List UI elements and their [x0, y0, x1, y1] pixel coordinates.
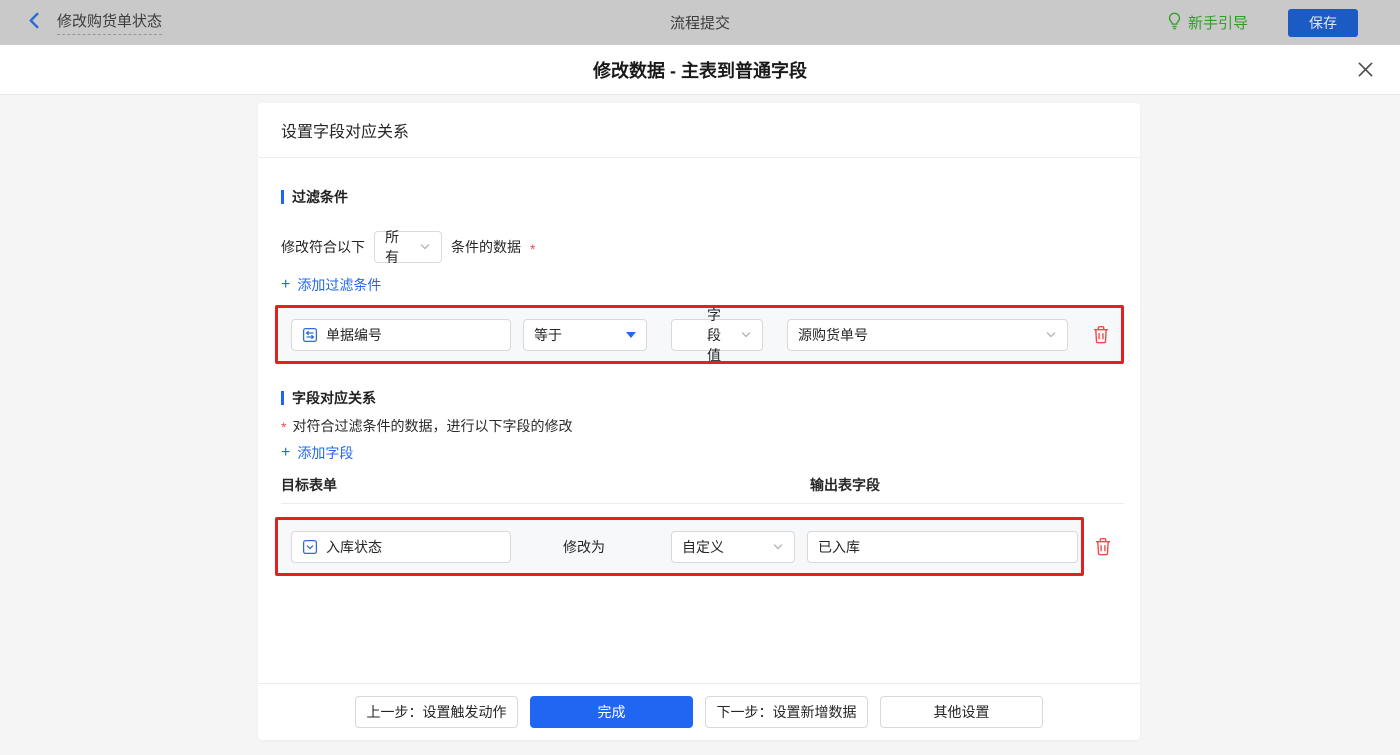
column-divider [281, 503, 1124, 504]
match-suffix-label: 条件的数据 [451, 237, 521, 257]
section-bar [281, 190, 284, 204]
mapping-row: 入库状态 修改为 自定义 已入库 [275, 517, 1084, 576]
prev-step-button[interactable]: 上一步：设置触发动作 [355, 696, 518, 728]
screen: 修改购货单状态 流程提交 新手引导 保存 修改数据 - 主表到普通字段 设置字段… [0, 0, 1400, 755]
beginner-guide-link[interactable]: 新手引导 [1167, 12, 1248, 34]
modal-title: 修改数据 - 主表到普通字段 [593, 57, 807, 83]
modify-to-label: 修改为 [563, 537, 605, 557]
value-type-select[interactable]: 自定义 [671, 531, 795, 563]
filter-section-title: 过滤条件 [281, 187, 348, 207]
serial-number-field-icon [302, 327, 318, 343]
filter-match-row: 修改符合以下 所有 条件的数据 * [281, 229, 535, 265]
plus-icon: + [281, 446, 290, 460]
field-mapping-panel: 设置字段对应关系 过滤条件 修改符合以下 所有 条件的数据 * + 添加过滤条件 [258, 103, 1140, 740]
plus-icon: + [281, 278, 290, 292]
match-prefix-label: 修改符合以下 [281, 237, 365, 257]
custom-value-input[interactable]: 已入库 [807, 531, 1078, 563]
beginner-guide-label: 新手引导 [1188, 12, 1248, 33]
filter-value-type-select[interactable]: 字段值 [671, 319, 763, 351]
mapping-row-wrap: 入库状态 修改为 自定义 已入库 [275, 517, 1112, 576]
required-mark: * [530, 241, 535, 257]
add-filter-condition-link[interactable]: + 添加过滤条件 [281, 275, 381, 295]
next-step-button[interactable]: 下一步：设置新增数据 [705, 696, 868, 728]
mapping-description: * 对符合过滤条件的数据，进行以下字段的修改 [281, 416, 572, 436]
filter-field-input[interactable]: 单据编号 [291, 319, 511, 351]
chevron-down-icon [1045, 329, 1057, 341]
close-icon[interactable] [1357, 61, 1374, 78]
target-field-input[interactable]: 入库状态 [291, 531, 511, 563]
save-button[interactable]: 保存 [1288, 9, 1358, 37]
chevron-down-icon [419, 241, 431, 253]
caret-down-icon [626, 332, 636, 338]
done-button[interactable]: 完成 [530, 696, 693, 728]
lightbulb-icon [1167, 12, 1182, 34]
column-header-target: 目标表单 [281, 475, 337, 495]
delete-mapping-row-icon[interactable] [1094, 537, 1112, 556]
delete-filter-row-icon[interactable] [1092, 325, 1110, 344]
match-scope-select[interactable]: 所有 [374, 231, 442, 263]
modal-header: 修改数据 - 主表到普通字段 [0, 45, 1400, 95]
dropdown-field-icon [302, 539, 318, 555]
add-field-link[interactable]: + 添加字段 [281, 443, 353, 463]
chevron-down-icon [740, 329, 752, 341]
chevron-down-icon [772, 541, 784, 553]
filter-condition-row: 单据编号 等于 字段值 源购货单号 [275, 305, 1124, 364]
column-header-output: 输出表字段 [810, 475, 880, 495]
other-settings-button[interactable]: 其他设置 [880, 696, 1043, 728]
required-mark: * [281, 419, 286, 435]
section-bar [281, 391, 284, 405]
mapping-section-title: 字段对应关系 [281, 388, 376, 408]
footer-divider [258, 683, 1140, 684]
top-bar: 修改购货单状态 流程提交 新手引导 保存 [0, 0, 1400, 45]
footer-buttons: 上一步：设置触发动作 完成 下一步：设置新增数据 其他设置 [258, 696, 1140, 728]
filter-operator-select[interactable]: 等于 [523, 319, 647, 351]
panel-header: 设置字段对应关系 [258, 103, 1140, 158]
filter-value-field-select[interactable]: 源购货单号 [787, 319, 1068, 351]
